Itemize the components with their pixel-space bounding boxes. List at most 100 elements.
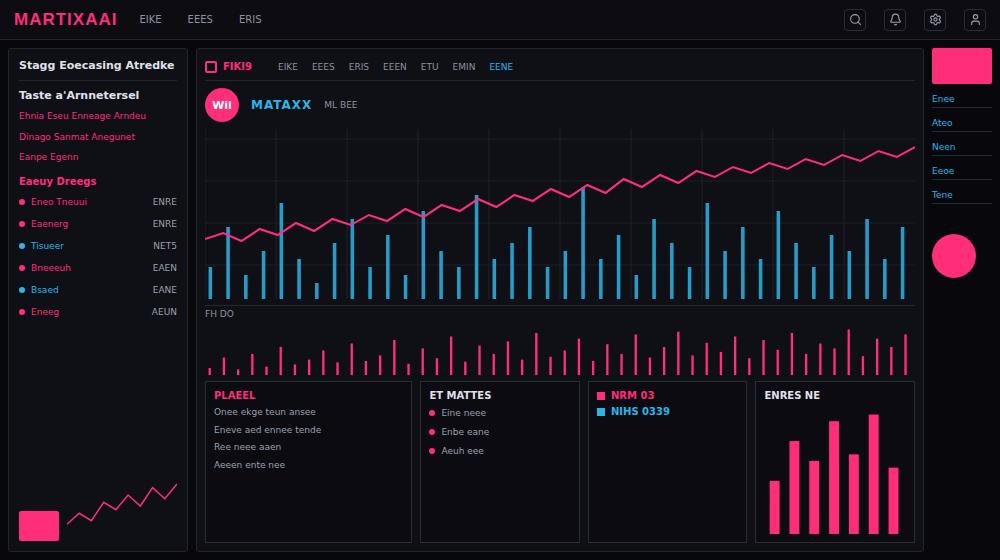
wave-spike (564, 351, 566, 376)
wave-chart (205, 325, 915, 375)
grid-line (772, 129, 773, 299)
mini-bar (810, 461, 820, 534)
search-icon[interactable] (844, 9, 866, 31)
sparkline (67, 481, 177, 541)
chart-panel: FIKI9 EIKE EEES ERIS EEEN ETU EMIN EENE WilMATAX… (196, 48, 924, 552)
grid-line (205, 223, 915, 224)
toolbar-item[interactable]: ETU (421, 62, 439, 72)
volume-bar (759, 259, 763, 299)
spark-line (67, 484, 177, 524)
volume-bar (848, 251, 852, 299)
volume-bar (706, 203, 710, 299)
sidebar-heading: Taste a'Arnnetersel (19, 89, 177, 102)
stat-card: NRM 03 NIHS 0339 (588, 381, 748, 543)
volume-bar (865, 219, 869, 299)
list-row[interactable]: Enbe eane (429, 425, 571, 439)
chart-tab[interactable]: FIKI9 (205, 61, 264, 73)
wave-spike (720, 352, 722, 375)
wave-spike (365, 361, 367, 375)
volume-bar (404, 275, 408, 299)
stat-row: NRM 03 (597, 390, 739, 401)
sidebar-item[interactable]: BneeeuhEAEN (19, 261, 177, 275)
toolbar-item[interactable]: ERIS (349, 62, 369, 72)
mini-bar-chart (764, 406, 906, 534)
stat-row: NIHS 0339 (597, 406, 739, 417)
wave-spike (777, 350, 779, 375)
badge[interactable]: Wil (205, 88, 239, 122)
grid-line (559, 129, 560, 299)
volume-bar (244, 275, 248, 299)
toolbar-item[interactable]: EENE (489, 62, 513, 72)
card-title: ENRES NE (764, 390, 906, 401)
toolbar-item[interactable]: EIKE (278, 62, 298, 72)
volume-bar (741, 227, 745, 299)
wave-spike (691, 355, 693, 375)
card-line: Ree neee aaen (214, 441, 403, 454)
logo[interactable]: MARTIXAAI (14, 10, 117, 30)
volume-bar (670, 243, 674, 299)
toolbar-item[interactable]: EMIN (453, 62, 476, 72)
wave-spike (407, 364, 409, 375)
main-chart (205, 129, 915, 299)
volume-bar (635, 275, 639, 299)
wave-spike (280, 347, 282, 375)
sidebar-item[interactable]: BsaedEANE (19, 283, 177, 297)
volume-bar (528, 227, 532, 299)
card-line: Eneve aed ennee tende (214, 424, 403, 437)
rail-item[interactable]: Ateo (932, 118, 992, 132)
sidebar-item[interactable]: EneegAEUN (19, 305, 177, 319)
status-dot (19, 287, 25, 293)
rail-item[interactable]: Eeoe (932, 166, 992, 180)
volume-bar (386, 235, 390, 299)
wave-spike (294, 365, 296, 376)
sidebar-item[interactable]: Eaenerg ENRE (19, 217, 177, 231)
axis-label: ML BEE (324, 100, 357, 110)
sidebar-item[interactable]: TisueerNET5 (19, 239, 177, 253)
grid-line (488, 129, 489, 299)
grid-line (630, 129, 631, 299)
volume-bar (457, 267, 461, 299)
volume-bar (830, 235, 834, 299)
volume-bar (794, 243, 798, 299)
volume-bar (475, 195, 479, 299)
wave-spike (507, 341, 509, 375)
mini-bar (849, 454, 859, 534)
wave-spike (677, 332, 679, 375)
sidebar-item[interactable]: Eneo TneuuiENRE (19, 195, 177, 209)
sidebar-note: Ehnia Eseu Enneage Arndeu (19, 110, 177, 123)
nav-item[interactable]: EIKE (135, 12, 165, 27)
volume-bar (777, 211, 781, 299)
rail-item[interactable]: Enee (932, 94, 992, 108)
row-label: Eine neee (441, 407, 486, 420)
item-label: Eaenerg (31, 219, 147, 229)
grid-line (275, 129, 276, 299)
item-label: Bneeeuh (31, 263, 147, 273)
list-row[interactable]: Aeuh eee (429, 444, 571, 458)
status-dot (19, 243, 25, 249)
toolbar-item[interactable]: EEEN (383, 62, 407, 72)
bell-icon[interactable] (884, 9, 906, 31)
gear-icon[interactable] (924, 9, 946, 31)
rail-item[interactable]: Tene (932, 190, 992, 204)
list-row[interactable]: Eine neee (429, 406, 571, 420)
status-dot (19, 265, 25, 271)
nav-item[interactable]: EEES (184, 12, 217, 27)
rail-item[interactable]: Neen (932, 142, 992, 156)
wave-spike (436, 358, 438, 375)
wave-spike (663, 347, 665, 375)
volume-bar (422, 211, 426, 299)
volume-bar (510, 243, 514, 299)
item-value: ENRE (153, 219, 177, 229)
status-dot (19, 309, 25, 315)
header: MARTIXAAI EIKE EEES ERIS (0, 0, 1000, 40)
nav-item[interactable]: ERIS (235, 12, 266, 27)
stat-marker (597, 408, 605, 416)
text-card: PLAEELOnee ekge teun anseeEneve aed enne… (205, 381, 412, 543)
user-icon[interactable] (964, 9, 986, 31)
chart-head: WilMATAXXML BEE (205, 87, 915, 123)
wave-spike (819, 344, 821, 376)
item-label: Eneeg (31, 307, 146, 317)
sidebar-note: Eanpe Egenn (19, 151, 177, 164)
spark-box (19, 481, 177, 541)
toolbar-item[interactable]: EEES (312, 62, 335, 72)
